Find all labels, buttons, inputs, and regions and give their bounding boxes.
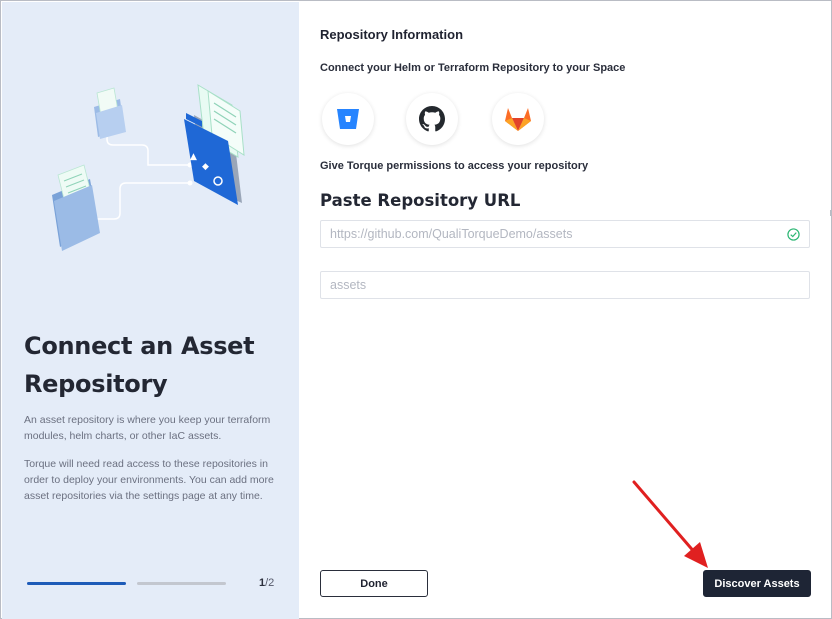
modal-window: ▲ ◆ Connect an Asset Repository An asset…: [0, 0, 832, 619]
intro-panel: ▲ ◆ Connect an Asset Repository An asset…: [2, 2, 299, 619]
repository-url-placeholder: https://github.com/QualiTorqueDemo/asset…: [330, 227, 573, 241]
repository-name-placeholder: assets: [330, 278, 367, 292]
github-button[interactable]: [406, 93, 458, 145]
folder-illustration: ▲ ◆: [52, 84, 245, 251]
paste-url-title: Paste Repository URL: [320, 191, 521, 210]
svg-text:◆: ◆: [202, 162, 209, 172]
svg-text:▲: ▲: [190, 152, 197, 162]
progress-step-1: [27, 582, 126, 585]
discover-assets-button[interactable]: Discover Assets: [703, 570, 811, 597]
permissions-label: Give Torque permissions to access your r…: [320, 160, 589, 172]
bitbucket-icon: [337, 109, 359, 129]
progress-step-2: [137, 582, 226, 585]
repository-name-input[interactable]: assets: [320, 271, 810, 299]
gitlab-icon: [505, 108, 531, 131]
github-icon: [419, 106, 445, 132]
valid-check-icon: [787, 228, 800, 241]
connect-label: Connect your Helm or Terraform Repositor…: [320, 62, 626, 74]
panel-description-access: Torque will need read access to these re…: [24, 458, 274, 502]
annotation-arrow: [632, 480, 708, 568]
section-title: Repository Information: [320, 27, 464, 42]
panel-title: Connect an Asset Repository: [24, 332, 255, 398]
gitlab-button[interactable]: [492, 93, 544, 145]
bitbucket-button[interactable]: [322, 93, 374, 145]
panel-description: An asset repository is where you keep yo…: [24, 414, 271, 442]
step-counter: 1/2: [259, 577, 275, 589]
done-button[interactable]: Done: [320, 570, 428, 597]
repository-url-input[interactable]: https://github.com/QualiTorqueDemo/asset…: [320, 220, 810, 248]
